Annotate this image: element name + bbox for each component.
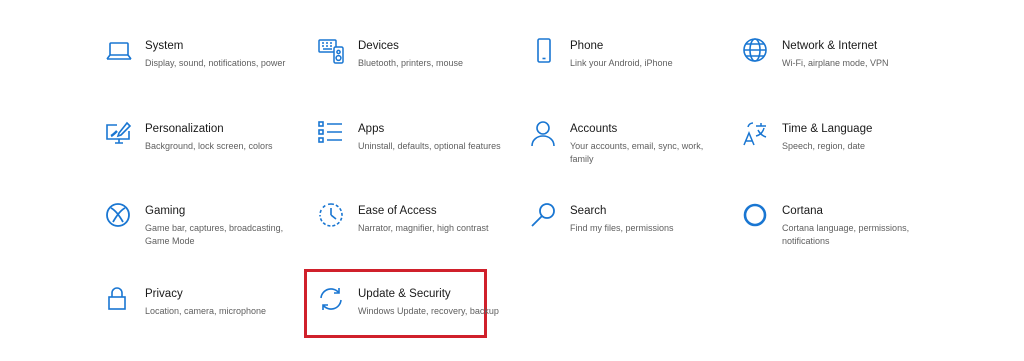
ease-of-access-icon <box>318 203 346 231</box>
tile-title: Personalization <box>145 123 224 135</box>
xbox-icon <box>105 203 133 231</box>
tile-description: Display, sound, notifications, power <box>145 58 286 68</box>
lock-icon <box>105 286 133 314</box>
tile-description: Cortana language, permissions, notificat… <box>782 223 910 246</box>
tile-title: Update & Security <box>358 288 451 300</box>
cortana-icon <box>742 203 770 231</box>
apps-list-icon <box>318 121 346 149</box>
tile-title: Network & Internet <box>782 40 878 52</box>
tile-description: Narrator, magnifier, high contrast <box>358 223 489 233</box>
tile-title: Apps <box>358 123 385 135</box>
laptop-icon <box>105 38 133 66</box>
tile-title: Accounts <box>570 123 618 135</box>
phone-icon <box>530 38 558 66</box>
tile-description: Link your Android, iPhone <box>570 58 673 68</box>
tile-description: Your accounts, email, sync, work, family <box>570 141 704 164</box>
tile-title: Search <box>570 205 607 217</box>
sync-icon <box>318 286 346 314</box>
tile-title: System <box>145 40 184 52</box>
tile-description: Wi-Fi, airplane mode, VPN <box>782 58 889 68</box>
language-icon <box>742 121 770 149</box>
tile-description: Find my files, permissions <box>570 223 674 233</box>
search-icon <box>530 203 558 231</box>
tile-description: Windows Update, recovery, backup <box>358 306 499 316</box>
person-icon <box>530 121 558 149</box>
tile-description: Location, camera, microphone <box>145 306 267 316</box>
tile-title: Gaming <box>145 205 186 217</box>
tile-description: Uninstall, defaults, optional features <box>358 141 501 151</box>
keyboard-icon <box>318 38 346 66</box>
tile-title: Ease of Access <box>358 205 437 217</box>
paintbrush-icon <box>105 121 133 149</box>
tile-title: Devices <box>358 40 399 52</box>
tile-title: Time & Language <box>782 123 873 135</box>
tile-title: Cortana <box>782 205 823 217</box>
tile-title: Phone <box>570 40 604 52</box>
tile-description: Game bar, captures, broadcasting, Game M… <box>145 223 284 246</box>
tile-description: Background, lock screen, colors <box>145 141 273 151</box>
tile-description: Bluetooth, printers, mouse <box>358 58 464 68</box>
tile-title: Privacy <box>145 288 183 300</box>
tile-description: Speech, region, date <box>782 141 866 151</box>
globe-icon <box>742 38 770 66</box>
